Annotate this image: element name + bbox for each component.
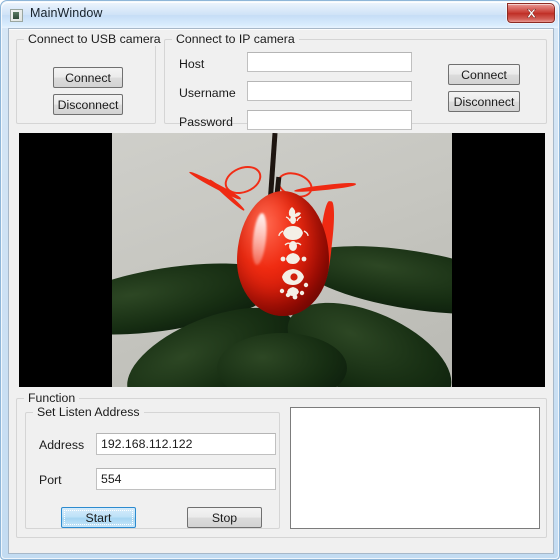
ip-connect-label: Connect (461, 67, 507, 82)
stop-button[interactable]: Stop (187, 507, 262, 528)
egg-folk-pattern (278, 207, 309, 300)
ip-camera-group-label: Connect to IP camera (172, 32, 299, 46)
egg-highlight (250, 212, 269, 266)
host-input[interactable] (247, 52, 412, 72)
username-label: Username (179, 86, 236, 100)
address-label: Address (39, 438, 85, 452)
usb-camera-group-label: Connect to USB camera (24, 32, 165, 46)
letterbox-right (452, 133, 545, 387)
username-input[interactable] (247, 81, 412, 101)
port-label: Port (39, 473, 62, 487)
ip-disconnect-button[interactable]: Disconnect (448, 91, 520, 112)
app-icon (10, 9, 23, 22)
window-title: MainWindow (30, 6, 103, 20)
host-label: Host (179, 57, 205, 71)
title-bar[interactable]: MainWindow (2, 2, 558, 28)
ip-camera-group: Connect to IP camera Host Username Passw… (164, 32, 547, 130)
start-button[interactable]: Start (61, 507, 136, 528)
address-input[interactable]: 192.168.112.122 (96, 433, 276, 455)
close-icon (526, 8, 536, 18)
function-group: Function Set Listen Address Address 192.… (16, 391, 547, 538)
port-input[interactable]: 554 (96, 468, 276, 490)
start-label: Start (85, 510, 112, 525)
usb-connect-label: Connect (65, 70, 111, 85)
usb-connect-button[interactable]: Connect (53, 67, 123, 88)
usb-camera-group: Connect to USB camera Connect Disconnect (16, 32, 165, 124)
stop-label: Stop (211, 510, 238, 525)
window-frame: MainWindow Connect to USB camera Connect… (0, 0, 560, 560)
usb-disconnect-button[interactable]: Disconnect (53, 94, 123, 115)
client-area: Connect to USB camera Connect Disconnect… (8, 28, 554, 554)
usb-disconnect-label: Disconnect (57, 97, 119, 112)
log-output[interactable] (290, 407, 540, 529)
password-label: Password (179, 115, 233, 129)
set-listen-address-group: Set Listen Address Address 192.168.112.1… (25, 405, 280, 529)
password-input[interactable] (247, 110, 412, 130)
ip-connect-button[interactable]: Connect (448, 64, 520, 85)
close-button[interactable] (507, 3, 555, 23)
function-group-label: Function (24, 391, 80, 405)
letterbox-left (19, 133, 112, 387)
video-frame (112, 133, 452, 387)
camera-preview[interactable] (19, 133, 545, 387)
set-listen-address-label: Set Listen Address (33, 405, 144, 419)
ip-disconnect-label: Disconnect (453, 94, 515, 109)
